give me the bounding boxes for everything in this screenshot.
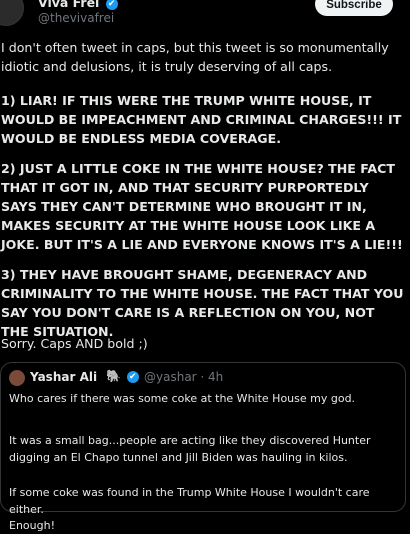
tweet-paragraph-2: 2) JUST A LITTLE COKE IN THE WHITE HOUSE… <box>1 161 403 252</box>
quoted-author-avatar[interactable] <box>9 370 25 386</box>
quoted-line: Enough! <box>9 519 55 532</box>
author-name[interactable]: Viva Frei ✔ <box>38 0 118 10</box>
author-handle[interactable]: @thevivafrei <box>38 11 114 25</box>
tweet-paragraph-1: 1) LIAR! IF THIS WERE THE TRUMP WHITE HO… <box>1 93 402 146</box>
tweet-paragraph-closing: Sorry. Caps AND bold ;) <box>1 336 148 351</box>
quoted-author-handle-time[interactable]: @yashar · 4h <box>144 370 223 384</box>
tweet-paragraph-intro: I don't often tweet in caps, but this tw… <box>1 40 389 74</box>
tweet-paragraph-3: 3) THEY HAVE BROUGHT SHAME, DEGENERACY A… <box>1 267 404 339</box>
quoted-author-name[interactable]: Yashar Ali <box>30 370 97 384</box>
author-avatar[interactable] <box>0 0 24 26</box>
elephant-icon: 🐘 <box>106 369 121 383</box>
subscribe-button[interactable]: Subscribe <box>315 0 393 16</box>
author-name-text[interactable]: Viva Frei <box>38 0 99 10</box>
quoted-line: If some coke was found in the Trump Whit… <box>9 486 370 516</box>
quoted-line: It was a small bag...people are acting l… <box>9 434 371 464</box>
quoted-line: Who cares if there was some coke at the … <box>9 392 356 405</box>
tweet-header: Viva Frei ✔ @thevivafrei Subscribe <box>0 0 410 34</box>
verified-icon: ✔ <box>126 370 139 383</box>
verified-icon: ✔ <box>105 0 118 10</box>
quoted-tweet[interactable]: Yashar Ali 🐘 ✔ @yashar · 4h Who cares if… <box>0 362 406 532</box>
quoted-author-badges: 🐘 ✔ <box>106 369 139 383</box>
